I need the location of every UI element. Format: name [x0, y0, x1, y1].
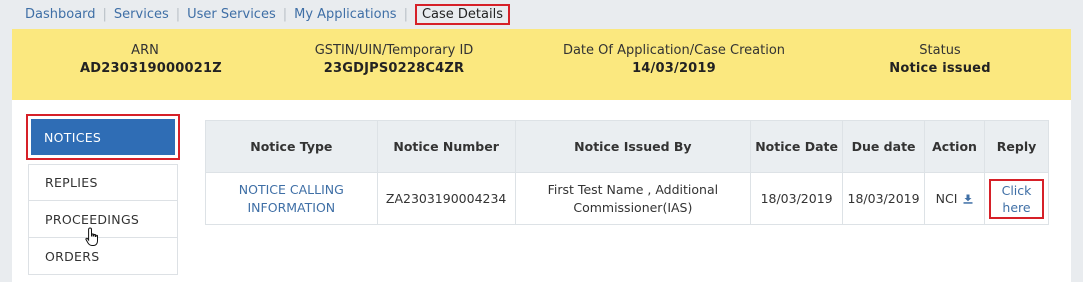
col-due-date: Due date	[842, 120, 926, 173]
action-label: NCI	[935, 190, 958, 206]
col-notice-date: Notice Date	[750, 120, 844, 173]
table-row: NOTICE CALLING INFORMATION ZA23031900042…	[205, 172, 1049, 225]
application-date-value: 14/03/2019	[632, 61, 716, 76]
status-value: Notice issued	[889, 61, 991, 76]
application-date-label: Date Of Application/Case Creation	[562, 43, 786, 58]
breadcrumb-user-services[interactable]: User Services	[187, 7, 276, 22]
col-reply: Reply	[984, 120, 1049, 173]
breadcrumb-separator: |	[175, 6, 181, 22]
notices-table: Notice Type Notice Number Notice Issued …	[205, 120, 1049, 225]
reply-click-here-link[interactable]: Click here	[989, 178, 1044, 219]
breadcrumb-separator: |	[282, 6, 288, 22]
gstin-block: GSTIN/UIN/Temporary ID 23GDJPS0228C4ZR	[304, 43, 484, 79]
breadcrumb-my-applications[interactable]: My Applications	[294, 7, 396, 22]
case-summary-banner: ARN AD230319000021Z GSTIN/UIN/Temporary …	[12, 29, 1071, 100]
cell-notice-date: 18/03/2019	[750, 172, 844, 225]
cell-notice-type: NOTICE CALLING INFORMATION	[205, 172, 378, 225]
arn-block: ARN AD230319000021Z	[80, 43, 222, 79]
gstin-value: 23GDJPS0228C4ZR	[323, 61, 465, 76]
notice-type-link[interactable]: NOTICE CALLING INFORMATION	[239, 182, 344, 215]
case-details-panel: NOTICES REPLIES PROCEEDINGS ORDERS Notic…	[12, 100, 1071, 282]
download-icon[interactable]	[963, 194, 973, 204]
tab-replies[interactable]: REPLIES	[28, 164, 178, 201]
tab-orders[interactable]: ORDERS	[28, 238, 178, 275]
application-date-block: Date Of Application/Case Creation 14/03/…	[552, 43, 796, 79]
cell-reply: Click here	[984, 172, 1049, 225]
breadcrumb-case-details: Case Details	[414, 3, 510, 25]
breadcrumb: Dashboard | Services | User Services | M…	[0, 0, 1083, 28]
side-tabs: NOTICES REPLIES PROCEEDINGS ORDERS	[26, 114, 180, 275]
cell-due-date: 18/03/2019	[842, 172, 926, 225]
hand-pointer-icon	[85, 227, 98, 246]
col-notice-type: Notice Type	[205, 120, 378, 173]
breadcrumb-dashboard[interactable]: Dashboard	[25, 7, 96, 22]
action-link[interactable]: NCI	[936, 191, 974, 206]
tab-proceedings[interactable]: PROCEEDINGS	[28, 201, 178, 238]
breadcrumb-separator: |	[403, 6, 408, 22]
cell-notice-number: ZA2303190004234	[376, 172, 516, 225]
col-notice-number: Notice Number	[376, 120, 516, 173]
arn-value: AD230319000021Z	[80, 61, 222, 76]
table-header-row: Notice Type Notice Number Notice Issued …	[205, 120, 1049, 173]
cell-action: NCI	[924, 172, 986, 225]
cell-issued-by: First Test Name , Additional Commissione…	[514, 172, 752, 225]
arn-label: ARN	[131, 43, 159, 58]
tab-notices[interactable]: NOTICES	[26, 114, 180, 160]
status-block: Status Notice issued	[876, 43, 1004, 79]
breadcrumb-services[interactable]: Services	[114, 7, 169, 22]
breadcrumb-separator: |	[102, 6, 107, 22]
col-action: Action	[924, 120, 986, 173]
status-label: Status	[919, 43, 961, 58]
gstin-label: GSTIN/UIN/Temporary ID	[314, 43, 474, 58]
col-notice-issued-by: Notice Issued By	[514, 120, 752, 173]
